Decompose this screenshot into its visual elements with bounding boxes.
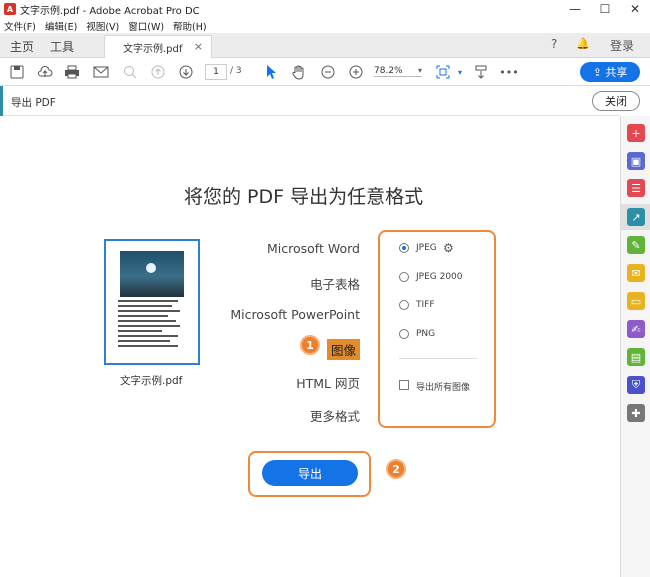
window-title: 文字示例.pdf - Adobe Acrobat Pro DC [20, 5, 200, 17]
radio-png[interactable] [399, 329, 409, 339]
fit-page-dropdown-icon[interactable]: ▾ [451, 63, 469, 81]
title-bar: A 文字示例.pdf - Adobe Acrobat Pro DC [0, 0, 650, 18]
tab-tools[interactable]: 工具 [50, 38, 74, 55]
step-badge-1: 1 [300, 335, 320, 355]
export-all-images-label: 导出所有图像 [416, 383, 471, 393]
right-tools-rail: + ▣ ☰ ↗ ✎ ✉ ▭ ✍ ▤ ⛨ ✚ [620, 116, 650, 577]
comment-icon[interactable]: ✉ [627, 264, 645, 282]
close-window-button[interactable]: ✕ [620, 0, 650, 18]
close-tab-icon[interactable]: × [194, 40, 203, 53]
menu-view[interactable]: 视图(V) [86, 19, 119, 33]
tab-bar: 主页 工具 文字示例.pdf × ? 🔔 登录 [0, 33, 650, 59]
edit-pdf-icon[interactable]: ✎ [627, 236, 645, 254]
toolbar: 1 / 3 78.2% ▾ ▾ ••• ⇪ 共享 [0, 58, 650, 86]
upload-cloud-icon[interactable] [36, 63, 54, 81]
protect-shield-icon[interactable]: ⛨ [627, 376, 645, 394]
previous-page-icon[interactable] [149, 63, 167, 81]
panel-title: 导出 PDF [11, 97, 56, 109]
fit-page-icon[interactable] [434, 63, 452, 81]
acrobat-app-icon: A [4, 3, 16, 15]
fill-sign-icon[interactable]: ✍ [627, 320, 645, 338]
zoom-in-icon[interactable] [347, 63, 365, 81]
panel-accent-bar [0, 86, 3, 116]
page-heading: 将您的 PDF 导出为任意格式 [184, 186, 424, 208]
option-png-label: PNG [416, 329, 436, 339]
email-icon[interactable] [92, 63, 110, 81]
organize-pages-icon[interactable]: ☰ [627, 179, 645, 197]
format-powerpoint[interactable]: Microsoft PowerPoint [230, 307, 360, 322]
help-icon[interactable]: ? [551, 37, 557, 51]
maximize-button[interactable]: ☐ [590, 0, 620, 18]
format-spreadsheet[interactable]: 电子表格 [310, 274, 360, 293]
gear-icon[interactable]: ⚙ [443, 241, 454, 255]
option-jpeg-label: JPEG [416, 243, 437, 253]
export-button[interactable]: 导出 [262, 460, 358, 486]
next-page-icon[interactable] [177, 63, 195, 81]
close-panel-button[interactable]: 关闭 [592, 91, 640, 111]
thumbnail-image [120, 251, 184, 297]
page-total: / 3 [230, 66, 242, 76]
zoom-search-icon[interactable] [121, 63, 139, 81]
format-more[interactable]: 更多格式 [310, 406, 360, 425]
tab-document-label: 文字示例.pdf [123, 44, 183, 55]
tab-document[interactable]: 文字示例.pdf × [104, 35, 212, 59]
chevron-down-icon: ▾ [417, 66, 422, 75]
menu-edit[interactable]: 编辑(E) [45, 19, 77, 33]
tab-home[interactable]: 主页 [10, 38, 34, 55]
create-pdf-icon[interactable]: + [627, 124, 645, 142]
thumbnail-filename: 文字示例.pdf [120, 375, 183, 387]
scroll-mode-icon[interactable] [472, 63, 490, 81]
step-badge-2: 2 [386, 459, 406, 479]
radio-tiff[interactable] [399, 300, 409, 310]
format-word[interactable]: Microsoft Word [267, 241, 360, 256]
menu-help[interactable]: 帮助(H) [173, 19, 207, 33]
select-cursor-icon[interactable] [262, 63, 280, 81]
radio-jpeg2000[interactable] [399, 272, 409, 282]
radio-jpeg[interactable] [399, 243, 409, 253]
zoom-level-value: 78.2% [374, 66, 403, 76]
notification-bell-icon[interactable]: 🔔 [576, 37, 590, 50]
options-divider [399, 358, 477, 359]
document-thumbnail [104, 239, 200, 365]
sticky-note-icon[interactable]: ▭ [627, 292, 645, 310]
sign-in-link[interactable]: 登录 [610, 37, 634, 54]
export-pdf-header: 导出 PDF 关闭 [0, 86, 640, 116]
export-pdf-icon[interactable]: ↗ [627, 208, 645, 226]
share-button[interactable]: ⇪ 共享 [580, 62, 640, 82]
combine-files-icon[interactable]: ▣ [627, 152, 645, 170]
menu-file[interactable]: 文件(F) [4, 19, 36, 33]
zoom-out-icon[interactable] [319, 63, 337, 81]
zoom-level-select[interactable]: 78.2% ▾ [374, 66, 422, 77]
menu-window[interactable]: 窗口(W) [128, 19, 164, 33]
minimize-button[interactable]: — [560, 0, 590, 18]
scan-ocr-icon[interactable]: ▤ [627, 348, 645, 366]
save-icon[interactable] [8, 63, 26, 81]
image-options-highlight [378, 230, 496, 428]
option-tiff-label: TIFF [416, 300, 435, 310]
format-html[interactable]: HTML 网页 [296, 373, 360, 392]
page-number-input[interactable]: 1 [205, 64, 227, 80]
print-icon[interactable] [63, 63, 81, 81]
menu-bar: 文件(F) 编辑(E) 视图(V) 窗口(W) 帮助(H) [0, 18, 650, 33]
format-image[interactable]: 图像 [326, 339, 360, 360]
more-tools-icon[interactable]: ••• [499, 63, 518, 81]
export-all-images-checkbox[interactable] [399, 380, 409, 390]
more-tools-wrench-icon[interactable]: ✚ [627, 404, 645, 422]
option-jpeg2000-label: JPEG 2000 [416, 272, 463, 282]
hand-tool-icon[interactable] [290, 63, 308, 81]
